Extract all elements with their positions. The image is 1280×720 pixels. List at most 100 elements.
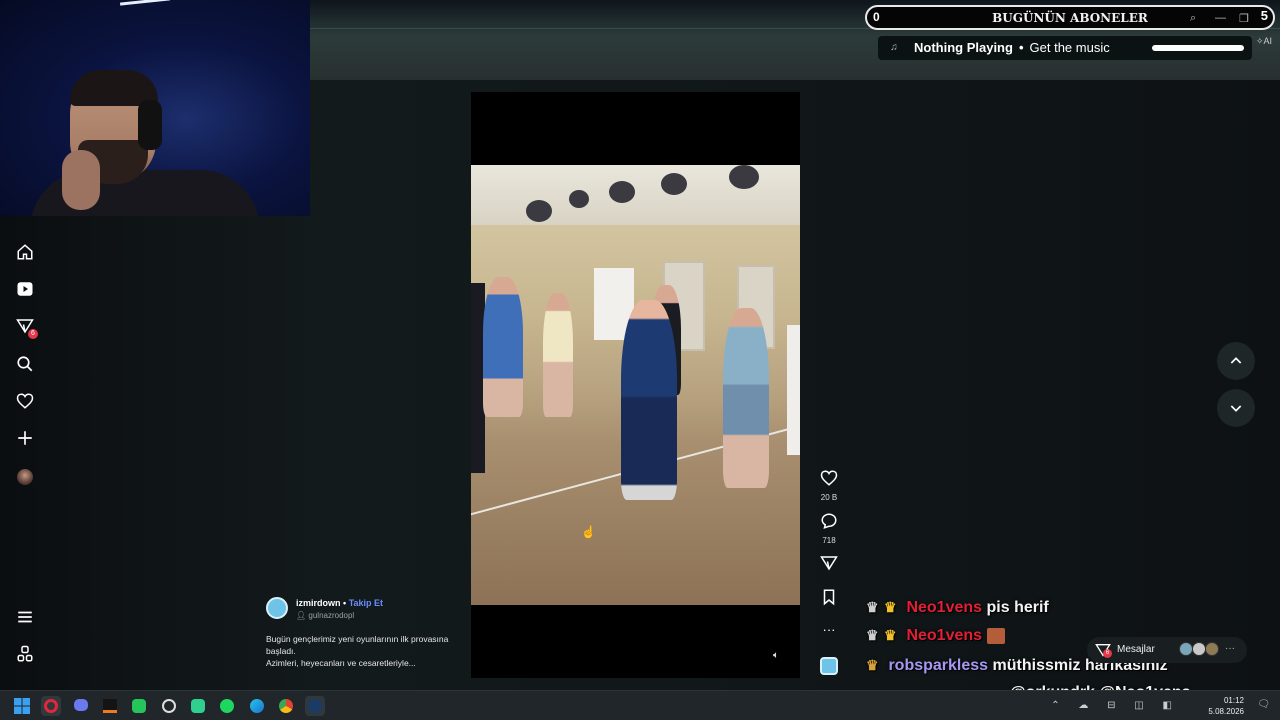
menu-icon[interactable] bbox=[14, 606, 36, 628]
stage-light bbox=[661, 173, 687, 195]
streamer-hand bbox=[62, 150, 100, 210]
light-streak bbox=[119, 0, 171, 6]
music-widget: ♫ Nothing Playing • Get the music bbox=[878, 36, 1252, 60]
person bbox=[723, 308, 769, 488]
inbox-badge: 6 bbox=[28, 329, 38, 339]
search-icon[interactable] bbox=[14, 353, 36, 375]
bullet: • bbox=[1018, 40, 1024, 55]
messages-label: Mesajlar bbox=[1117, 644, 1155, 655]
chrome-icon[interactable] bbox=[276, 696, 296, 716]
stage-light bbox=[526, 200, 552, 222]
person bbox=[483, 277, 523, 417]
chat-text: pis herif bbox=[986, 599, 1049, 616]
avatar bbox=[1179, 642, 1193, 656]
crown-gold-icon: ♛ bbox=[884, 627, 897, 643]
clock-date: 5.08.2026 bbox=[1208, 707, 1244, 716]
crown-icon: ♛ bbox=[866, 599, 879, 615]
previous-video-button[interactable] bbox=[1217, 342, 1255, 380]
alert-value: 5 bbox=[1260, 8, 1268, 23]
crown-gold-icon: ♛ bbox=[884, 599, 897, 615]
chat-emote bbox=[986, 627, 1005, 644]
spotify-icon[interactable] bbox=[217, 696, 237, 716]
music-text: Nothing Playing • Get the music bbox=[914, 40, 1110, 55]
messages-badge: 6 bbox=[1103, 649, 1112, 658]
hand-cursor-icon: ☝ bbox=[581, 525, 596, 539]
comment-icon bbox=[821, 513, 837, 529]
follow-button[interactable]: Takip Et bbox=[349, 598, 383, 608]
headset bbox=[138, 100, 162, 150]
author-avatar[interactable] bbox=[266, 597, 288, 619]
sub-line: 👤︎ gulnazrodopl bbox=[296, 611, 354, 620]
author-username[interactable]: izmirdown bbox=[296, 598, 341, 608]
more-icon[interactable]: ··· bbox=[1225, 643, 1235, 654]
system-tray[interactable]: ⌃ ☁ ⊟ ◫ ◧ bbox=[1051, 700, 1180, 711]
caption-line: Azimleri, heyecanları ve cesaretleriyle.… bbox=[266, 658, 416, 668]
next-video-button[interactable] bbox=[1217, 389, 1255, 427]
now-playing-label: Nothing Playing bbox=[914, 40, 1013, 55]
share-button[interactable] bbox=[818, 554, 840, 577]
webcam-overlay bbox=[0, 0, 310, 216]
music-note-icon: ♫ bbox=[890, 42, 898, 53]
taskbar: ⌃ ☁ ⊟ ◫ ◧ 01:12 5.08.2026 🗨︎ bbox=[0, 690, 1280, 720]
chat-nick: Neo1vens bbox=[906, 627, 983, 644]
avatar[interactable] bbox=[14, 466, 36, 488]
sparkle-icon: ✧ bbox=[1256, 36, 1264, 46]
home-icon[interactable] bbox=[14, 241, 36, 263]
stage-light bbox=[569, 190, 589, 208]
more-icon: ··· bbox=[822, 622, 836, 637]
person bbox=[621, 300, 677, 500]
notification-icon[interactable]: 🗨︎ bbox=[1257, 699, 1270, 710]
chat-nick: Neo1vens bbox=[906, 599, 983, 616]
messages-chip[interactable]: 6 Mesajlar ··· bbox=[1087, 637, 1247, 663]
bookmark-icon bbox=[823, 589, 835, 606]
edge-icon[interactable] bbox=[247, 696, 267, 716]
save-button[interactable] bbox=[818, 588, 840, 611]
user-icon: 👤︎ bbox=[296, 611, 307, 620]
video-icon[interactable] bbox=[14, 278, 36, 300]
comment-button[interactable]: 718 bbox=[818, 512, 840, 545]
discord-icon[interactable] bbox=[71, 696, 91, 716]
restore-icon[interactable]: ❐ bbox=[1239, 12, 1249, 25]
avatar bbox=[1205, 642, 1219, 656]
crown-icon: ♛ bbox=[866, 627, 879, 643]
stage-light bbox=[609, 181, 635, 203]
heart-icon[interactable] bbox=[14, 390, 36, 412]
opera-icon[interactable] bbox=[41, 696, 61, 716]
alert-title: BUGÜNÜN ABONELER bbox=[992, 11, 1148, 25]
inbox-icon[interactable]: 6 bbox=[14, 315, 38, 339]
sub-username[interactable]: gulnazrodopl bbox=[308, 611, 354, 620]
get-music-link[interactable]: Get the music bbox=[1030, 40, 1110, 55]
caption-line: Bugün gençlerimiz yeni oyunlarının ilk p… bbox=[266, 634, 449, 656]
ai-text: AI bbox=[1263, 36, 1273, 46]
avatar bbox=[1192, 642, 1206, 656]
ai-label: ✧AI bbox=[1256, 36, 1272, 47]
minimize-icon[interactable]: — bbox=[1215, 12, 1226, 24]
app-icon[interactable] bbox=[100, 696, 120, 716]
audio-avatar[interactable] bbox=[818, 657, 840, 675]
video-frame: ☝ bbox=[471, 165, 800, 605]
chat-message: ♛ ♛ Neo1vens pis herif bbox=[866, 599, 1049, 617]
crown-gold-icon: ♛ bbox=[866, 657, 879, 673]
stage-light bbox=[729, 165, 759, 189]
chat-message: ♛ ♛ Neo1vens bbox=[866, 627, 1005, 645]
chevron-up-icon bbox=[1230, 357, 1242, 364]
search-icon[interactable]: ⌕ bbox=[1190, 12, 1196, 25]
steam-icon[interactable] bbox=[305, 696, 325, 716]
volume-icon[interactable]: 🔈︎ bbox=[773, 650, 779, 661]
plus-icon[interactable] bbox=[14, 427, 36, 449]
chevron-down-icon bbox=[1230, 405, 1242, 412]
share-icon bbox=[820, 556, 838, 571]
like-button[interactable]: 20 B bbox=[818, 469, 840, 502]
more-button[interactable]: ··· bbox=[818, 622, 840, 637]
clock[interactable]: 01:12 5.08.2026 bbox=[1208, 695, 1244, 717]
author-line: izmirdown • Takip Et bbox=[296, 598, 383, 608]
music-progress-bar bbox=[1152, 45, 1244, 51]
caption-text: Bugün gençlerimiz yeni oyunlarının ilk p… bbox=[266, 633, 466, 669]
whatsapp-icon[interactable] bbox=[129, 696, 149, 716]
windows-start-icon[interactable] bbox=[12, 696, 32, 716]
app-icon[interactable] bbox=[188, 696, 208, 716]
person bbox=[787, 325, 800, 455]
app-icon[interactable] bbox=[159, 696, 179, 716]
separator: • bbox=[343, 598, 347, 608]
apps-icon[interactable] bbox=[14, 643, 36, 665]
